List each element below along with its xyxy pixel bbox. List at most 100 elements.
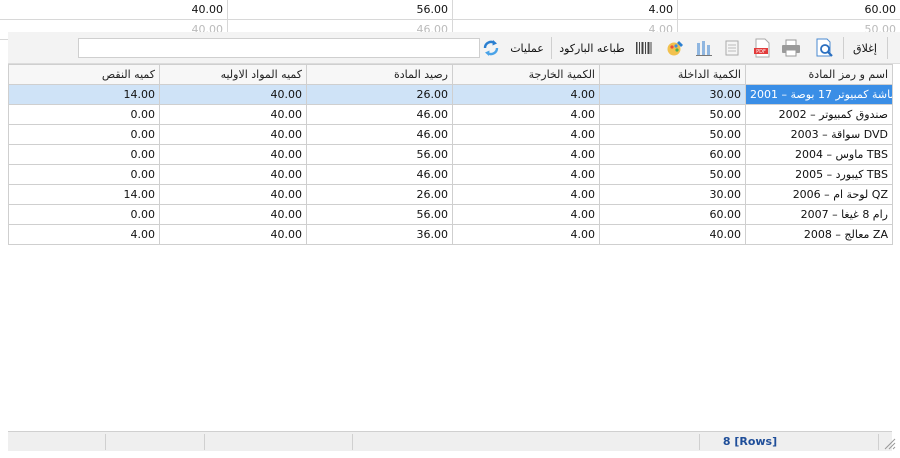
cell-balance[interactable]: 26.00 [306,184,453,205]
table-row[interactable]: 4.00 40.00 36.00 4.00 40.00 2008 – معالج ZA [8,224,893,245]
columns-button[interactable] [693,36,715,60]
cell-shortage[interactable]: 4.00 [8,224,160,245]
column-header-in-qty[interactable]: الكمية الداخلة [599,64,746,85]
table-row[interactable]: 0.00 40.00 46.00 4.00 50.00 2002 – صندوق كمبي… [8,104,893,125]
cell-item-name[interactable]: 2007 – رام 8 غيغا [745,204,893,225]
cell-in-qty[interactable]: 60.00 [599,144,746,165]
cell-shortage[interactable]: 14.00 [8,184,160,205]
table-row[interactable]: 0.00 40.00 56.00 4.00 60.00 2007 – رام 8 غيغا [8,204,893,225]
cell-balance[interactable]: 46.00 [306,164,453,185]
status-cell [106,434,205,450]
cell-item-name[interactable]: 2006 – لوحة ام QZ [745,184,893,205]
cell-in-qty[interactable]: 50.00 [599,164,746,185]
print-button[interactable] [779,36,803,60]
column-header-out-qty[interactable]: الكمية الخارجة [452,64,600,85]
cell-out-qty[interactable]: 4.00 [452,164,600,185]
refresh-icon [483,40,499,56]
cell-shortage[interactable]: 0.00 [8,164,160,185]
cell-item-name[interactable]: 2008 – معالج ZA [745,224,893,245]
close-button[interactable]: إغلاق [847,36,883,60]
table-header-row: كميه النقص كميه المواد الاوليه رصيد الما… [8,64,893,85]
status-cell [353,434,700,450]
cell-out-qty[interactable]: 4.00 [452,124,600,145]
operations-menu[interactable]: عمليات [505,36,549,60]
cell-out-qty[interactable]: 4.00 [452,224,600,245]
cell-shortage[interactable]: 0.00 [8,204,160,225]
toolbar: عمليات طباعه الباركود PDF إغلاق [8,32,900,64]
color-button[interactable] [663,36,687,60]
cell-item-name[interactable]: 2005 – كيبورد TBS [745,164,893,185]
toolbar-divider [843,37,844,59]
background-cell: 4.00 [453,0,678,20]
cell-in-qty[interactable]: 60.00 [599,204,746,225]
cell-item-name[interactable]: 2004 – ماوس TBS [745,144,893,165]
cell-in-qty[interactable]: 30.00 [599,84,746,105]
cell-raw-qty[interactable]: 40.00 [159,164,307,185]
cell-shortage[interactable]: 0.00 [8,124,160,145]
cell-item-name[interactable]: 2002 – صندوق كمبيوتر [745,104,893,125]
cell-raw-qty[interactable]: 40.00 [159,224,307,245]
cell-raw-qty[interactable]: 40.00 [159,204,307,225]
cell-out-qty[interactable]: 4.00 [452,84,600,105]
cell-shortage[interactable]: 0.00 [8,144,160,165]
column-header-raw-qty[interactable]: كميه المواد الاوليه [159,64,307,85]
table-row[interactable]: 0.00 40.00 46.00 4.00 50.00 2003 – سواقة DVD [8,124,893,145]
column-header-item-name[interactable]: اسم و رمز المادة [745,64,893,85]
report-window: 40.00 56.00 4.00 60.00 40.00 46.00 4.00 … [0,0,900,458]
cell-item-name[interactable]: 2001 – شاشة كمبيوتر 17 بوصة [745,84,893,105]
search-input[interactable] [78,38,480,58]
cell-raw-qty[interactable]: 40.00 [159,104,307,125]
cell-out-qty[interactable]: 4.00 [452,184,600,205]
pdf-icon: PDF [754,38,770,58]
print-barcode-button[interactable]: طباعه الباركود [556,36,628,60]
column-header-balance[interactable]: رصيد المادة [306,64,453,85]
items-table: كميه النقص كميه المواد الاوليه رصيد الما… [8,64,893,245]
table-row[interactable]: 14.0040.0026.004.0030.002001 – شاشة كمبي… [8,84,893,105]
cell-in-qty[interactable]: 50.00 [599,124,746,145]
resize-grip-icon[interactable] [882,436,896,450]
cell-raw-qty[interactable]: 40.00 [159,84,307,105]
cell-balance[interactable]: 36.00 [306,224,453,245]
refresh-button[interactable] [480,36,502,60]
chart-button[interactable] [721,36,743,60]
background-cell: 56.00 [228,0,453,20]
barcode-button[interactable] [633,36,655,60]
cell-out-qty[interactable]: 4.00 [452,104,600,125]
cell-shortage[interactable]: 0.00 [8,104,160,125]
cell-in-qty[interactable]: 40.00 [599,224,746,245]
cell-balance[interactable]: 46.00 [306,104,453,125]
cell-in-qty[interactable]: 50.00 [599,104,746,125]
cell-balance[interactable]: 26.00 [306,84,453,105]
cell-balance[interactable]: 56.00 [306,204,453,225]
print-icon [782,39,800,57]
svg-text:PDF: PDF [756,49,766,55]
pdf-button[interactable]: PDF [751,36,773,60]
preview-icon [816,38,833,57]
preview-button[interactable] [813,36,837,60]
background-cell: 60.00 [678,0,900,20]
cell-shortage[interactable]: 14.00 [8,84,160,105]
status-bar: 8 [Rows] [8,431,896,451]
column-header-shortage[interactable]: كميه النقص [8,64,160,85]
cell-out-qty[interactable]: 4.00 [452,144,600,165]
rows-count: 8 [Rows] [722,435,778,448]
close-label: إغلاق [853,41,877,55]
toolbar-divider [551,37,552,59]
cell-in-qty[interactable]: 30.00 [599,184,746,205]
cell-item-name[interactable]: 2003 – سواقة DVD [745,124,893,145]
cell-balance[interactable]: 56.00 [306,144,453,165]
cell-balance[interactable]: 46.00 [306,124,453,145]
status-cell [205,434,353,450]
cell-raw-qty[interactable]: 40.00 [159,144,307,165]
print-barcode-label: طباعه الباركود [559,41,625,55]
status-cell [8,434,106,450]
table-row[interactable]: 14.00 40.00 26.00 4.00 30.00 2006 – لوحة ام Q… [8,184,893,205]
cell-out-qty[interactable]: 4.00 [452,204,600,225]
background-cell: 40.00 [0,0,228,20]
table-row[interactable]: 0.00 40.00 46.00 4.00 50.00 2005 – كيبورد TBS [8,164,893,185]
table-row[interactable]: 0.00 40.00 56.00 4.00 60.00 2004 – ماوس TBS [8,144,893,165]
cell-raw-qty[interactable]: 40.00 [159,184,307,205]
barcode-icon [636,42,652,54]
operations-label: عمليات [510,41,544,55]
cell-raw-qty[interactable]: 40.00 [159,124,307,145]
